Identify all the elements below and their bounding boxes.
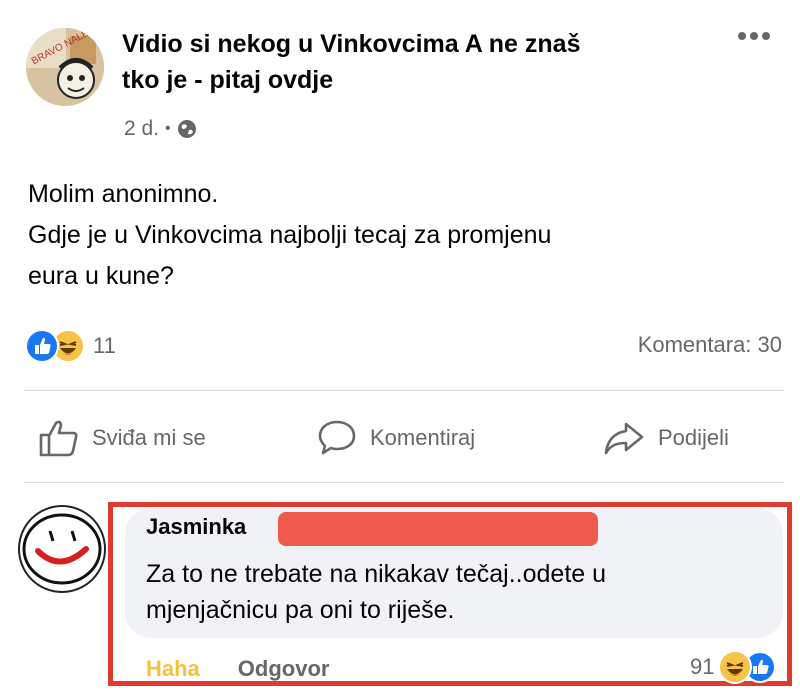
comments-count[interactable]: Komentara: 30 bbox=[638, 332, 782, 358]
reaction-count: 11 bbox=[93, 333, 116, 358]
highlight-box bbox=[108, 502, 792, 686]
smiley-avatar-art bbox=[22, 513, 102, 585]
share-button[interactable]: Podijeli bbox=[602, 418, 729, 458]
post-meta: 2 d. • bbox=[124, 117, 197, 141]
like-button[interactable]: Sviđa mi se bbox=[38, 418, 206, 458]
share-button-label: Podijeli bbox=[658, 425, 729, 450]
globe-icon bbox=[177, 120, 196, 138]
divider bbox=[24, 390, 784, 391]
divider bbox=[24, 482, 784, 483]
like-reaction-icon bbox=[25, 329, 59, 363]
reactions-summary[interactable]: 11 bbox=[25, 329, 116, 363]
group-name-line2[interactable]: tko je - pitaj ovdje bbox=[122, 62, 722, 98]
post-body: Molim anonimno. Gdje je u Vinkovcima naj… bbox=[28, 174, 768, 297]
post-body-line: Molim anonimno. bbox=[28, 180, 219, 208]
share-arrow-icon bbox=[604, 422, 644, 455]
like-button-label: Sviđa mi se bbox=[92, 425, 206, 450]
post-time[interactable]: 2 d. bbox=[124, 117, 159, 141]
comment-button[interactable]: Komentiraj bbox=[316, 418, 475, 458]
post-body-line: eura u kune? bbox=[28, 262, 174, 290]
more-dots-icon[interactable] bbox=[734, 24, 774, 48]
comment-bubble-icon bbox=[318, 420, 356, 455]
group-name-line1[interactable]: Vidio si nekog u Vinkovcima A ne znaš bbox=[122, 26, 722, 62]
comment-button-label: Komentiraj bbox=[370, 425, 476, 450]
group-avatar-art: BRAVO NALETI bbox=[26, 28, 104, 106]
commenter-avatar[interactable] bbox=[18, 505, 106, 593]
group-avatar[interactable]: BRAVO NALETI bbox=[26, 28, 104, 106]
meta-separator: • bbox=[165, 120, 171, 137]
group-name[interactable]: Vidio si nekog u Vinkovcima A ne znaš tk… bbox=[122, 26, 722, 98]
post-body-line: Gdje je u Vinkovcima najbolji tecaj za p… bbox=[28, 221, 552, 249]
like-thumb-icon bbox=[39, 420, 78, 457]
